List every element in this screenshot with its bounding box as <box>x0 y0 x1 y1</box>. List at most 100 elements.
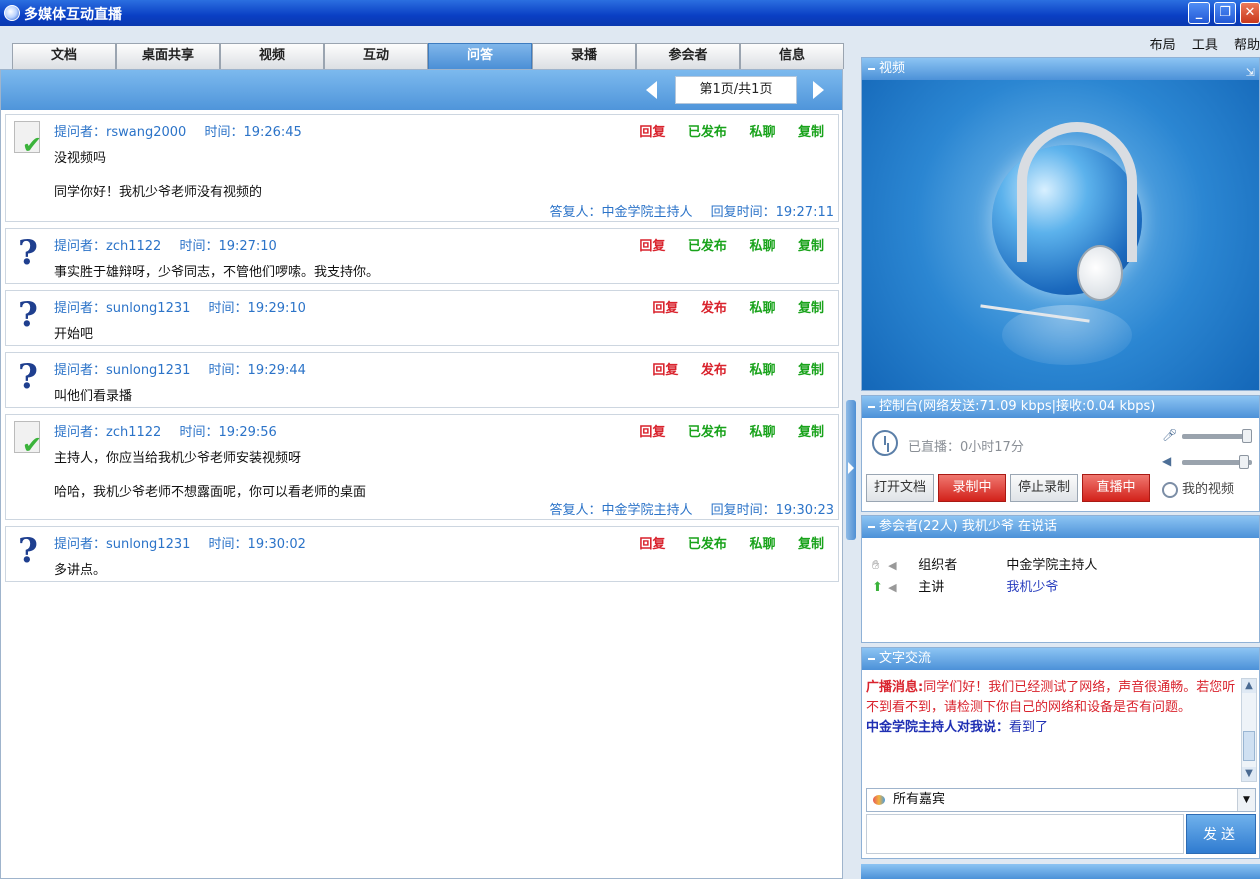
recording-button[interactable]: 录制中 <box>938 474 1006 502</box>
collapse-icon[interactable] <box>868 67 875 70</box>
my-video-button[interactable]: 我的视频 <box>1162 478 1234 498</box>
prev-page-icon[interactable] <box>646 81 657 99</box>
question-mark-icon <box>12 531 48 571</box>
question-actions: 回复 已发布 私聊 复制 <box>621 235 824 254</box>
attendees-title: 参会者(22人) 我机少爷 在说话 <box>879 519 1057 534</box>
minimize-button[interactable]: _ <box>1188 2 1210 24</box>
close-button[interactable]: ✕ <box>1240 2 1260 24</box>
reply-button[interactable]: 回复 <box>639 239 665 254</box>
question-item: 提问者：sunlong1231 时间：19:29:44 回复 发布 私聊 复制 … <box>5 352 839 408</box>
copy-button[interactable]: 复制 <box>798 301 824 316</box>
publish-button[interactable]: 已发布 <box>688 125 727 140</box>
private-chat-button[interactable]: 私聊 <box>749 125 775 140</box>
speaker-volume-knob[interactable] <box>1239 455 1249 469</box>
speaker-volume-slider[interactable]: ◀ <box>1162 454 1256 470</box>
tab-info[interactable]: 信息 <box>740 43 844 69</box>
publish-button[interactable]: 已发布 <box>688 425 727 440</box>
scroll-up-icon[interactable]: ▲ <box>1242 679 1256 693</box>
mic-volume-slider[interactable]: 🎤︎ <box>1162 428 1256 444</box>
attendee-row[interactable]: ✋︎ ◀ 组织者 中金学院主持人 <box>872 554 1097 573</box>
question-meta: 提问者：zch1122 时间：19:29:56 <box>54 421 291 440</box>
question-mark-icon <box>12 357 48 397</box>
attendee-row[interactable]: ⬆ ◀ 主讲 我机少爷 <box>872 576 1058 595</box>
maximize-button[interactable]: ❐ <box>1214 2 1236 24</box>
question-text: 主持人，你应当给我机少爷老师安装视频呀 <box>54 451 302 466</box>
tab-qa[interactable]: 问答 <box>428 43 532 69</box>
video-panel: 视频 ⇲ <box>861 57 1260 391</box>
live-button[interactable]: 直播中 <box>1082 474 1150 502</box>
copy-button[interactable]: 复制 <box>798 537 824 552</box>
menu-help[interactable]: 帮助 <box>1234 34 1260 53</box>
mic-volume-knob[interactable] <box>1242 429 1252 443</box>
publish-button[interactable]: 发布 <box>701 301 727 316</box>
chat-title: 文字交流 <box>879 651 932 666</box>
attendee-name: 我机少爷 <box>1006 580 1059 595</box>
copy-button[interactable]: 复制 <box>798 239 824 254</box>
collapse-icon[interactable] <box>868 525 875 528</box>
question-text: 叫他们看录播 <box>54 389 133 404</box>
open-document-button[interactable]: 打开文档 <box>866 474 934 502</box>
tab-attendees[interactable]: 参会者 <box>636 43 740 69</box>
camera-icon <box>1162 481 1178 498</box>
question-meta: 提问者：rswang2000 时间：19:26:45 <box>54 121 316 140</box>
publish-button[interactable]: 已发布 <box>688 239 727 254</box>
recipient-value: 所有嘉宾 <box>893 792 946 807</box>
panel-splitter-handle[interactable] <box>846 400 856 540</box>
question-time: 时间：19:26:45 <box>204 125 302 140</box>
console-header: 控制台(网络发送:71.09 kbps|接收:0.04 kbps) <box>862 396 1259 418</box>
question-time: 时间：19:30:02 <box>208 537 306 552</box>
question-item: 提问者：rswang2000 时间：19:26:45 回复 已发布 私聊 复制 … <box>5 114 839 222</box>
private-chat-button[interactable]: 私聊 <box>749 537 775 552</box>
reply-button[interactable]: 回复 <box>652 363 678 378</box>
tab-recording[interactable]: 录播 <box>532 43 636 69</box>
publish-button[interactable]: 发布 <box>701 363 727 378</box>
menu-tools[interactable]: 工具 <box>1192 34 1218 53</box>
next-page-icon[interactable] <box>813 81 824 99</box>
tab-desktop-share[interactable]: 桌面共享 <box>116 43 220 69</box>
menu-layout[interactable]: 布局 <box>1150 34 1176 53</box>
headphone-earcup <box>1077 245 1123 301</box>
send-button[interactable]: 发送 <box>1186 814 1256 854</box>
video-panel-title: 视频 <box>879 61 906 76</box>
reply-button[interactable]: 回复 <box>639 425 665 440</box>
private-chat-button[interactable]: 私聊 <box>749 239 775 254</box>
stop-recording-button[interactable]: 停止录制 <box>1010 474 1078 502</box>
copy-button[interactable]: 复制 <box>798 125 824 140</box>
scroll-down-icon[interactable]: ▼ <box>1242 767 1256 781</box>
question-asker: 提问者：sunlong1231 <box>54 537 191 552</box>
private-chat-button[interactable]: 私聊 <box>749 425 775 440</box>
question-actions: 回复 发布 私聊 复制 <box>634 297 824 316</box>
chat-panel: 文字交流 广播消息:同学们好！我们已经测试了网络，声音很通畅。若您听不到看不到，… <box>861 647 1260 859</box>
answerer: 答复人：中金学院主持人 <box>549 205 693 220</box>
hand-icon: ✋︎ <box>872 558 880 573</box>
clock-icon <box>872 430 898 456</box>
chat-input[interactable] <box>866 814 1184 854</box>
speaker-icon: ◀ <box>1162 454 1172 468</box>
tab-video[interactable]: 视频 <box>220 43 324 69</box>
collapse-icon[interactable] <box>868 405 875 408</box>
question-time: 时间：19:29:10 <box>208 301 306 316</box>
microphone-icon: 🎤︎ <box>1162 428 1178 442</box>
reply-button[interactable]: 回复 <box>639 125 665 140</box>
tab-interact[interactable]: 互动 <box>324 43 428 69</box>
my-video-label: 我的视频 <box>1182 482 1235 497</box>
app-icon <box>4 5 20 21</box>
reply-button[interactable]: 回复 <box>652 301 678 316</box>
chat-scrollbar[interactable]: ▲ ▼ <box>1241 678 1257 782</box>
copy-button[interactable]: 复制 <box>798 425 824 440</box>
question-actions: 回复 已发布 私聊 复制 <box>621 533 824 552</box>
attendee-role: 组织者 <box>918 558 958 573</box>
menu-bar: 布局 工具 帮助 <box>1138 34 1260 53</box>
private-chat-button[interactable]: 私聊 <box>749 301 775 316</box>
chevron-down-icon[interactable]: ▼ <box>1237 789 1255 811</box>
copy-button[interactable]: 复制 <box>798 363 824 378</box>
scroll-thumb[interactable] <box>1243 731 1255 761</box>
speaker-active-icon: ⬆ <box>872 580 883 595</box>
collapse-icon[interactable] <box>868 657 875 660</box>
reply-button[interactable]: 回复 <box>639 537 665 552</box>
chat-sender: 广播消息: <box>866 680 924 695</box>
private-chat-button[interactable]: 私聊 <box>749 363 775 378</box>
recipient-select[interactable]: 所有嘉宾 ▼ <box>866 788 1256 812</box>
publish-button[interactable]: 已发布 <box>688 537 727 552</box>
tab-docs[interactable]: 文档 <box>12 43 116 69</box>
